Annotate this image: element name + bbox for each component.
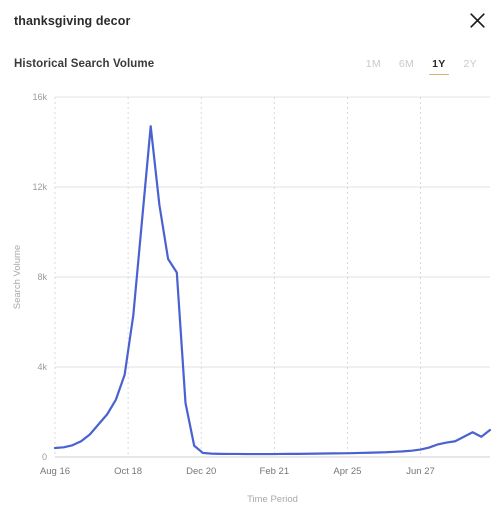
tab-2y[interactable]: 2Y xyxy=(455,56,486,77)
close-icon xyxy=(469,12,486,29)
tab-1m[interactable]: 1M xyxy=(357,56,390,77)
panel-header: thanksgiving decor xyxy=(0,0,500,42)
search-volume-line-chart[interactable]: 0 4k 8k 12k 16k Aug 16 Oct 18 Dec 20 Feb 21 Apr … xyxy=(0,86,500,528)
tab-1y[interactable]: 1Y xyxy=(423,56,454,77)
y-axis-tick-labels: 0 4k 8k 12k 16k xyxy=(32,92,47,462)
svg-text:0: 0 xyxy=(42,452,47,462)
tab-6m[interactable]: 6M xyxy=(390,56,423,77)
svg-text:16k: 16k xyxy=(32,92,47,102)
x-axis-tick-labels: Aug 16 Oct 18 Dec 20 Feb 21 Apr 25 Jun 27 xyxy=(40,466,435,477)
y-axis-title: Search Volume xyxy=(12,245,23,309)
series-line-search-volume xyxy=(53,125,492,456)
svg-text:Aug 16: Aug 16 xyxy=(40,466,70,477)
page-title: thanksgiving decor xyxy=(14,13,131,28)
svg-text:Feb 21: Feb 21 xyxy=(260,466,290,477)
chart-toolbar: Historical Search Volume 1M 6M 1Y 2Y xyxy=(0,54,500,80)
search-volume-panel: thanksgiving decor Historical Search Vol… xyxy=(0,0,500,528)
svg-text:Oct 18: Oct 18 xyxy=(114,466,142,477)
svg-text:Jun 27: Jun 27 xyxy=(406,466,435,477)
close-button[interactable] xyxy=(465,8,489,32)
svg-text:12k: 12k xyxy=(32,182,47,192)
svg-text:4k: 4k xyxy=(37,362,47,372)
horizontal-gridlines xyxy=(55,96,490,458)
chart-container: 0 4k 8k 12k 16k Aug 16 Oct 18 Dec 20 Feb 21 Apr … xyxy=(0,86,500,528)
svg-text:Dec 20: Dec 20 xyxy=(186,466,216,477)
x-axis-title: Time Period xyxy=(247,494,298,505)
svg-text:Apr 25: Apr 25 xyxy=(333,466,361,477)
time-range-tabs: 1M 6M 1Y 2Y xyxy=(357,56,486,77)
chart-section-title: Historical Search Volume xyxy=(14,58,155,70)
svg-text:8k: 8k xyxy=(37,272,47,282)
